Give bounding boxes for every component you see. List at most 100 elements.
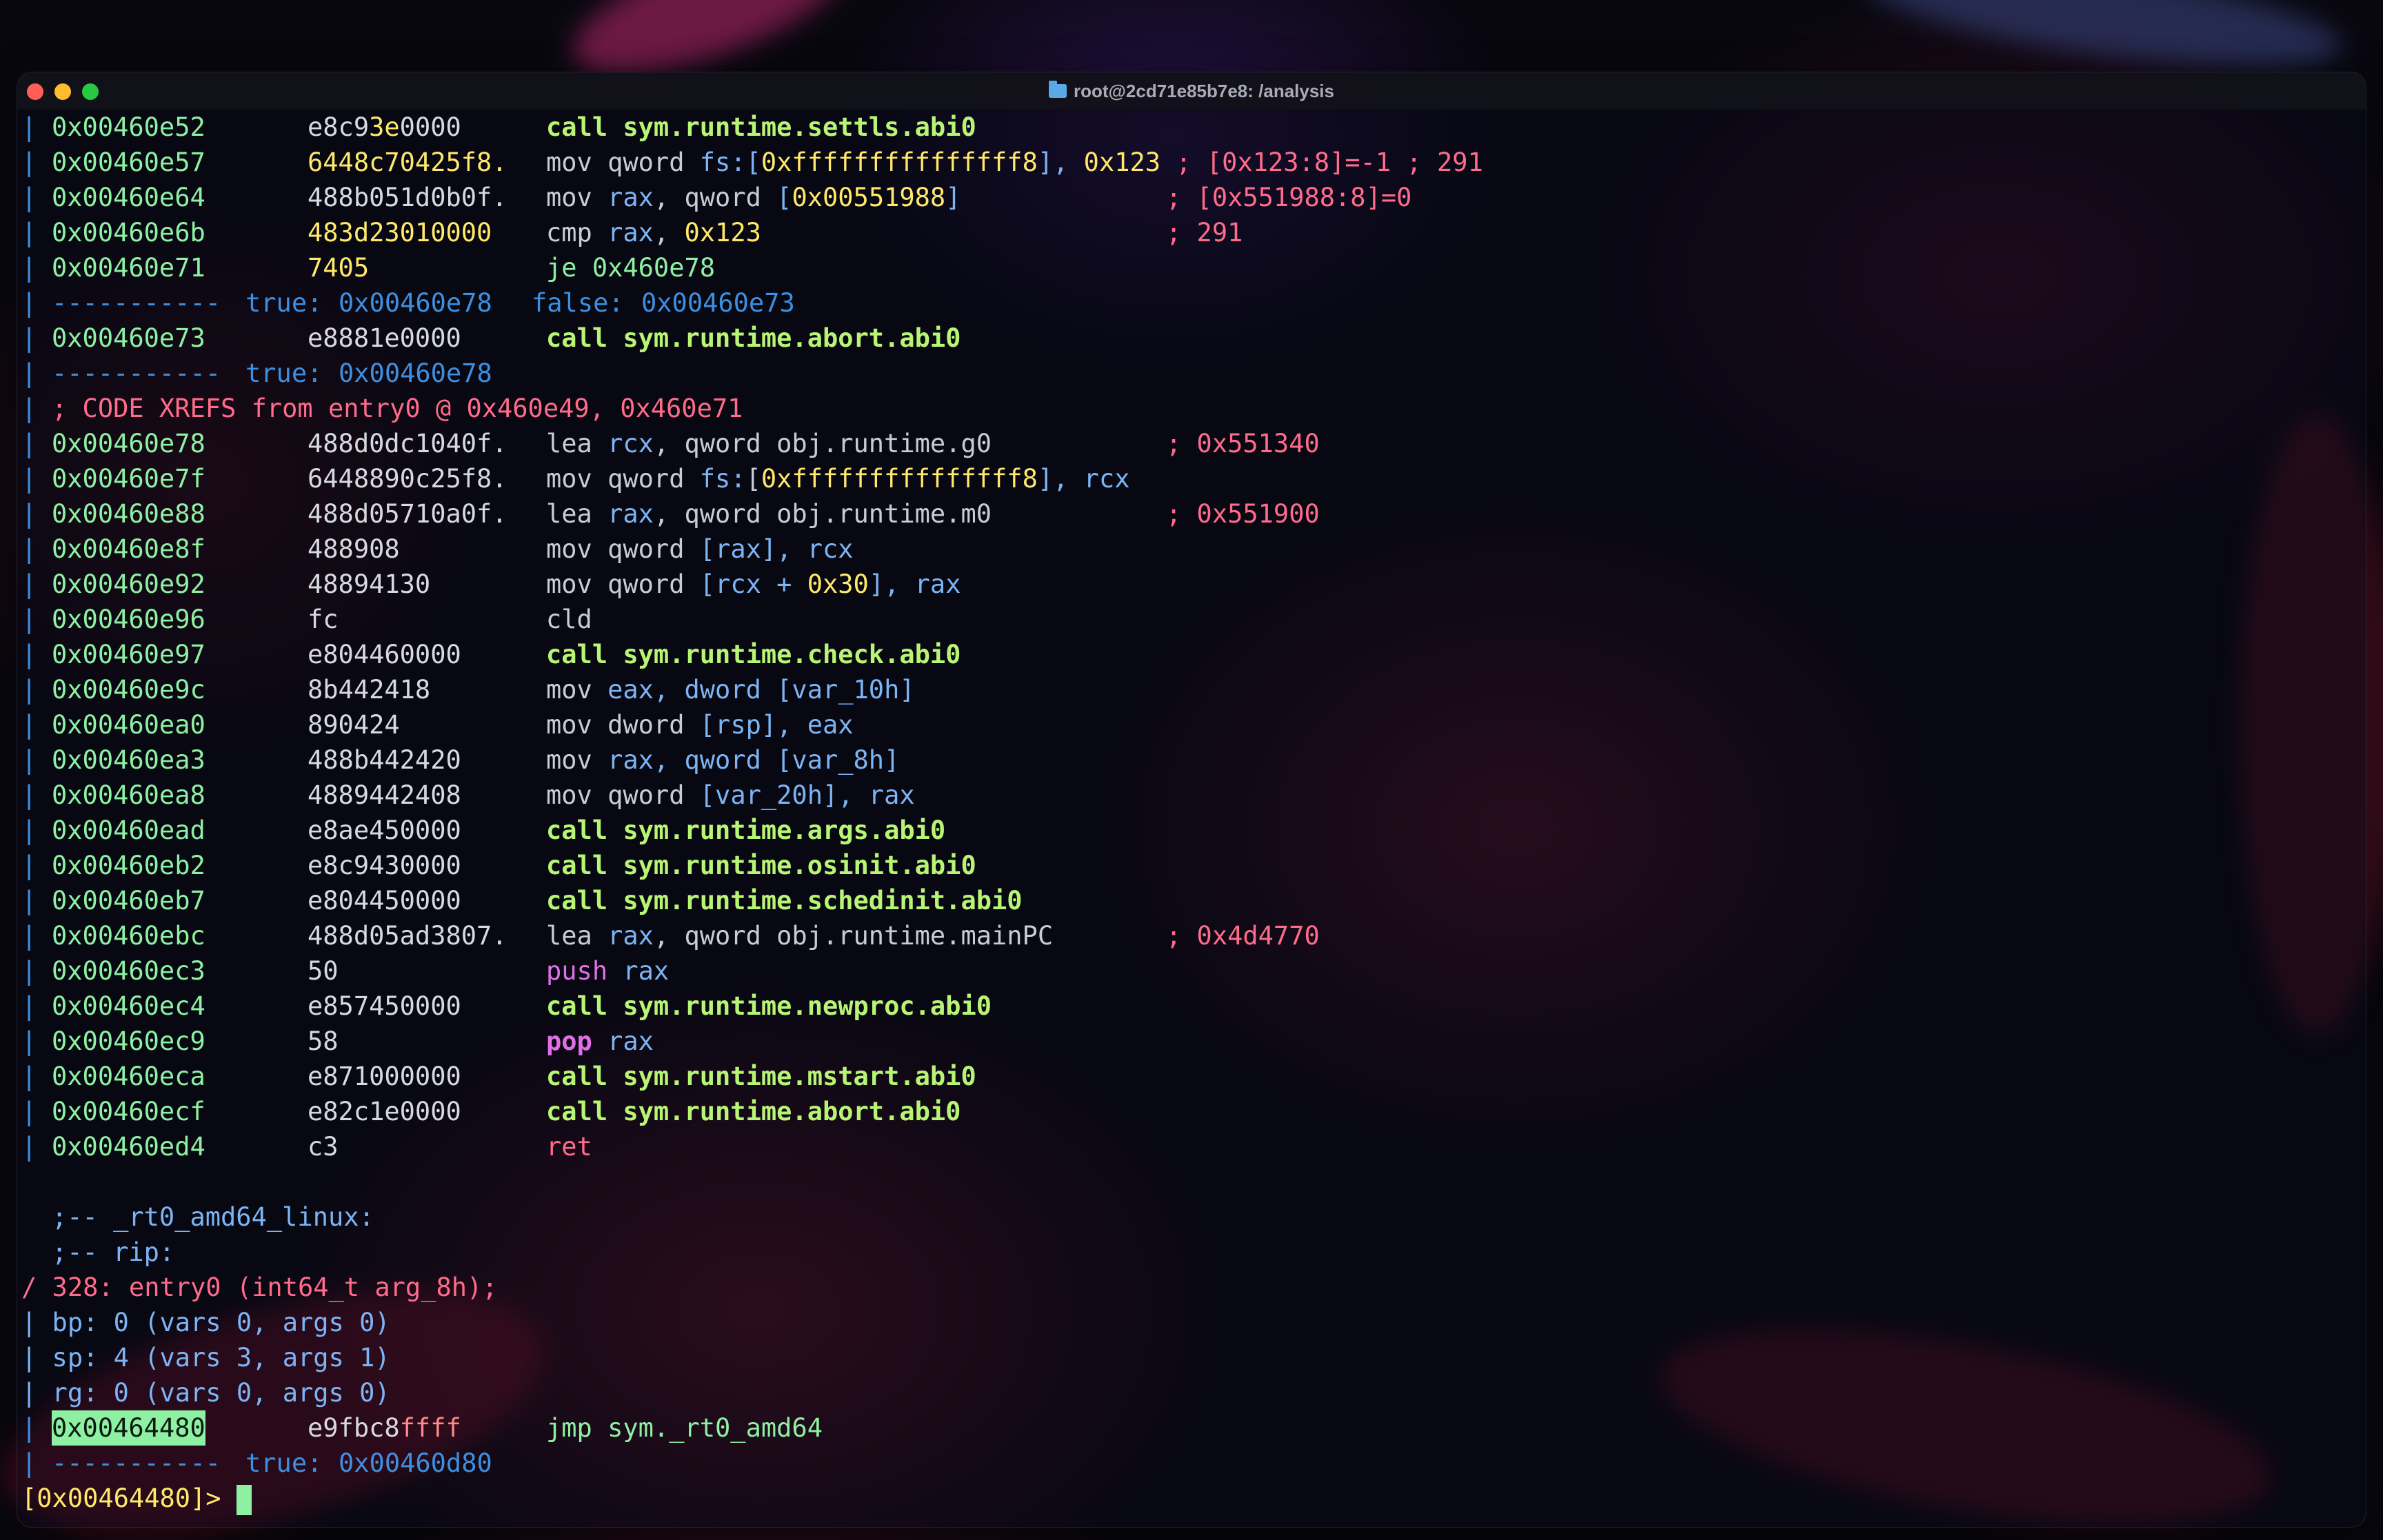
tree-bar: | <box>21 499 37 529</box>
tree-bar: | <box>21 358 37 388</box>
call-mnemonic: call sym.runtime.schedinit.abi0 <box>546 886 1023 915</box>
instruction: pop rax <box>546 1024 654 1059</box>
instruction: cld <box>546 602 592 637</box>
current-address[interactable]: 0x00464480 <box>52 1410 205 1446</box>
label-line: ;-- _rt0_amd64_linux: <box>21 1199 374 1235</box>
bytes: 488d05ad3807. <box>308 921 507 951</box>
tree-bar: | <box>21 394 37 423</box>
operand: , qword <box>653 183 777 212</box>
address: 0x00460ebc <box>52 921 205 951</box>
instruction: call sym.runtime.abort.abi0 <box>546 1094 961 1129</box>
mnemonic: mov qword <box>546 464 700 494</box>
address: 0x00460ec4 <box>52 991 205 1021</box>
instruction: cmp rax, 0x123 <box>546 215 761 250</box>
address: 0x00460e8f <box>52 534 205 564</box>
instruction: jmp sym._rt0_amd64 <box>546 1413 823 1443</box>
tree-bar: | <box>21 991 37 1021</box>
tree-bar: | <box>21 605 37 634</box>
flow-true-label: true: <box>245 358 323 388</box>
operand: , <box>653 218 685 247</box>
instruction: ret <box>546 1129 592 1164</box>
instruction: lea rcx, qword obj.runtime.g0 <box>546 426 992 461</box>
pop-mnemonic: pop <box>546 1026 592 1056</box>
prompt-line[interactable]: [0x00464480]> <box>21 1481 252 1516</box>
bytes: e857450000 <box>308 991 461 1021</box>
number: 0x123 <box>684 218 761 247</box>
label-line: ;-- rip: <box>21 1235 174 1270</box>
register: rax <box>607 921 654 951</box>
instruction: je 0x460e78 <box>546 253 716 283</box>
flow-true-value[interactable]: 0x00460e78 <box>339 285 492 321</box>
symbol-label: ;-- rip: <box>52 1237 175 1267</box>
mnemonic: mov qword <box>546 534 700 564</box>
xref-comment: ; CODE XREFS from entry0 @ 0x460e49, 0x4… <box>52 394 743 423</box>
number: 0xfffffffffffffff8 <box>761 464 1038 494</box>
instruction: mov rax, qword [var_8h] <box>546 742 899 778</box>
disasm-line: | 0x00460e71 7405 je 0x460e78 <box>21 250 715 285</box>
operand: , qword obj.runtime.mainPC <box>653 921 1054 951</box>
address: 0x00460e73 <box>52 323 205 353</box>
flow-dashes: ----------- <box>52 1448 221 1478</box>
bytes: 483d23010000 <box>308 218 492 247</box>
call-mnemonic: call sym.runtime.abort.abi0 <box>546 1097 961 1126</box>
operand: [ <box>776 183 792 212</box>
operand: ], <box>1037 464 1084 494</box>
call-mnemonic: call sym.runtime.check.abi0 <box>546 640 961 669</box>
function-header: / 328: entry0 (int64_t arg_8h); <box>21 1270 498 1305</box>
flow-true-value[interactable]: 0x00460e78 <box>339 356 492 391</box>
flow-line: | ----------- true: 0x00460e78 <box>21 356 492 391</box>
address: 0x00460ea0 <box>52 710 205 740</box>
address: 0x00460eb7 <box>52 886 205 915</box>
register: [rcx + <box>699 569 807 599</box>
command-prompt[interactable]: [0x00464480]> <box>21 1481 252 1516</box>
tree-bar: | <box>21 886 37 915</box>
bytes: e82c1e0000 <box>308 1097 461 1126</box>
number: 0x123 <box>1083 148 1161 177</box>
tree-bar: | <box>21 569 37 599</box>
tree-bar: | <box>21 253 37 283</box>
operand: [ <box>745 148 761 177</box>
flow-line: | ----------- true: 0x00460d80 <box>21 1446 492 1481</box>
call-mnemonic: call sym.runtime.mstart.abi0 <box>546 1062 976 1091</box>
instruction: call sym.runtime.check.abi0 <box>546 637 961 672</box>
bytes: 50 <box>308 956 339 986</box>
bytes: c3 <box>308 1132 339 1162</box>
operand: ] <box>945 183 961 212</box>
tree-bar: | <box>21 815 37 845</box>
bytes: 7405 <box>308 253 370 283</box>
rg-info: | rg: 0 (vars 0, args 0) <box>21 1378 390 1408</box>
register: fs: <box>699 464 746 494</box>
bytes: 4889442408 <box>308 780 461 810</box>
register: rax, qword [var_8h] <box>607 745 900 775</box>
flow-line: | ----------- true: 0x00460e78 false: 0x… <box>21 285 795 321</box>
flow-dashes: ----------- <box>52 358 221 388</box>
tree-bar: | <box>21 675 37 705</box>
function-info: | rg: 0 (vars 0, args 0) <box>21 1375 390 1410</box>
disasm-line: | 0x00460e52 e8c93e0000 call sym.runtime… <box>21 110 976 145</box>
instruction: mov qword [rcx + 0x30], rax <box>546 567 961 602</box>
tree-bar: | <box>21 429 37 458</box>
prompt-text: [0x00464480]> <box>21 1483 237 1513</box>
number: 0x30 <box>807 569 869 599</box>
mnemonic: cld <box>546 605 592 634</box>
instruction: mov qword [rax], rcx <box>546 531 854 567</box>
bytes: 890424 <box>308 710 400 740</box>
number: 0xfffffffffffffff8 <box>761 148 1038 177</box>
instruction: lea rax, qword obj.runtime.m0 <box>546 496 992 531</box>
flow-true-value[interactable]: 0x00460d80 <box>339 1446 492 1481</box>
xref-line: | ; CODE XREFS from entry0 @ 0x460e49, 0… <box>21 391 743 426</box>
register: rax <box>607 183 654 212</box>
instruction: call sym.runtime.abort.abi0 <box>546 323 961 353</box>
operand: , qword obj.runtime.g0 <box>653 429 992 458</box>
mnemonic: lea <box>546 429 608 458</box>
instruction: call sym.runtime.osinit.abi0 <box>546 848 976 883</box>
flow-false-value[interactable]: 0x00460e73 <box>641 285 795 321</box>
tree-bar: | <box>21 288 37 318</box>
bytes: e804450000 <box>308 886 461 915</box>
mnemonic: mov qword <box>546 148 700 177</box>
address: 0x00460ea3 <box>52 745 205 775</box>
instruction: mov qword fs:[0xfffffffffffffff8], 0x123… <box>546 145 1483 180</box>
tree-bar: | <box>21 534 37 564</box>
terminal-content[interactable]: | 0x00460e52 e8c93e0000 call sym.runtime… <box>17 110 2366 1527</box>
register: eax, dword [var_10h] <box>607 675 915 705</box>
